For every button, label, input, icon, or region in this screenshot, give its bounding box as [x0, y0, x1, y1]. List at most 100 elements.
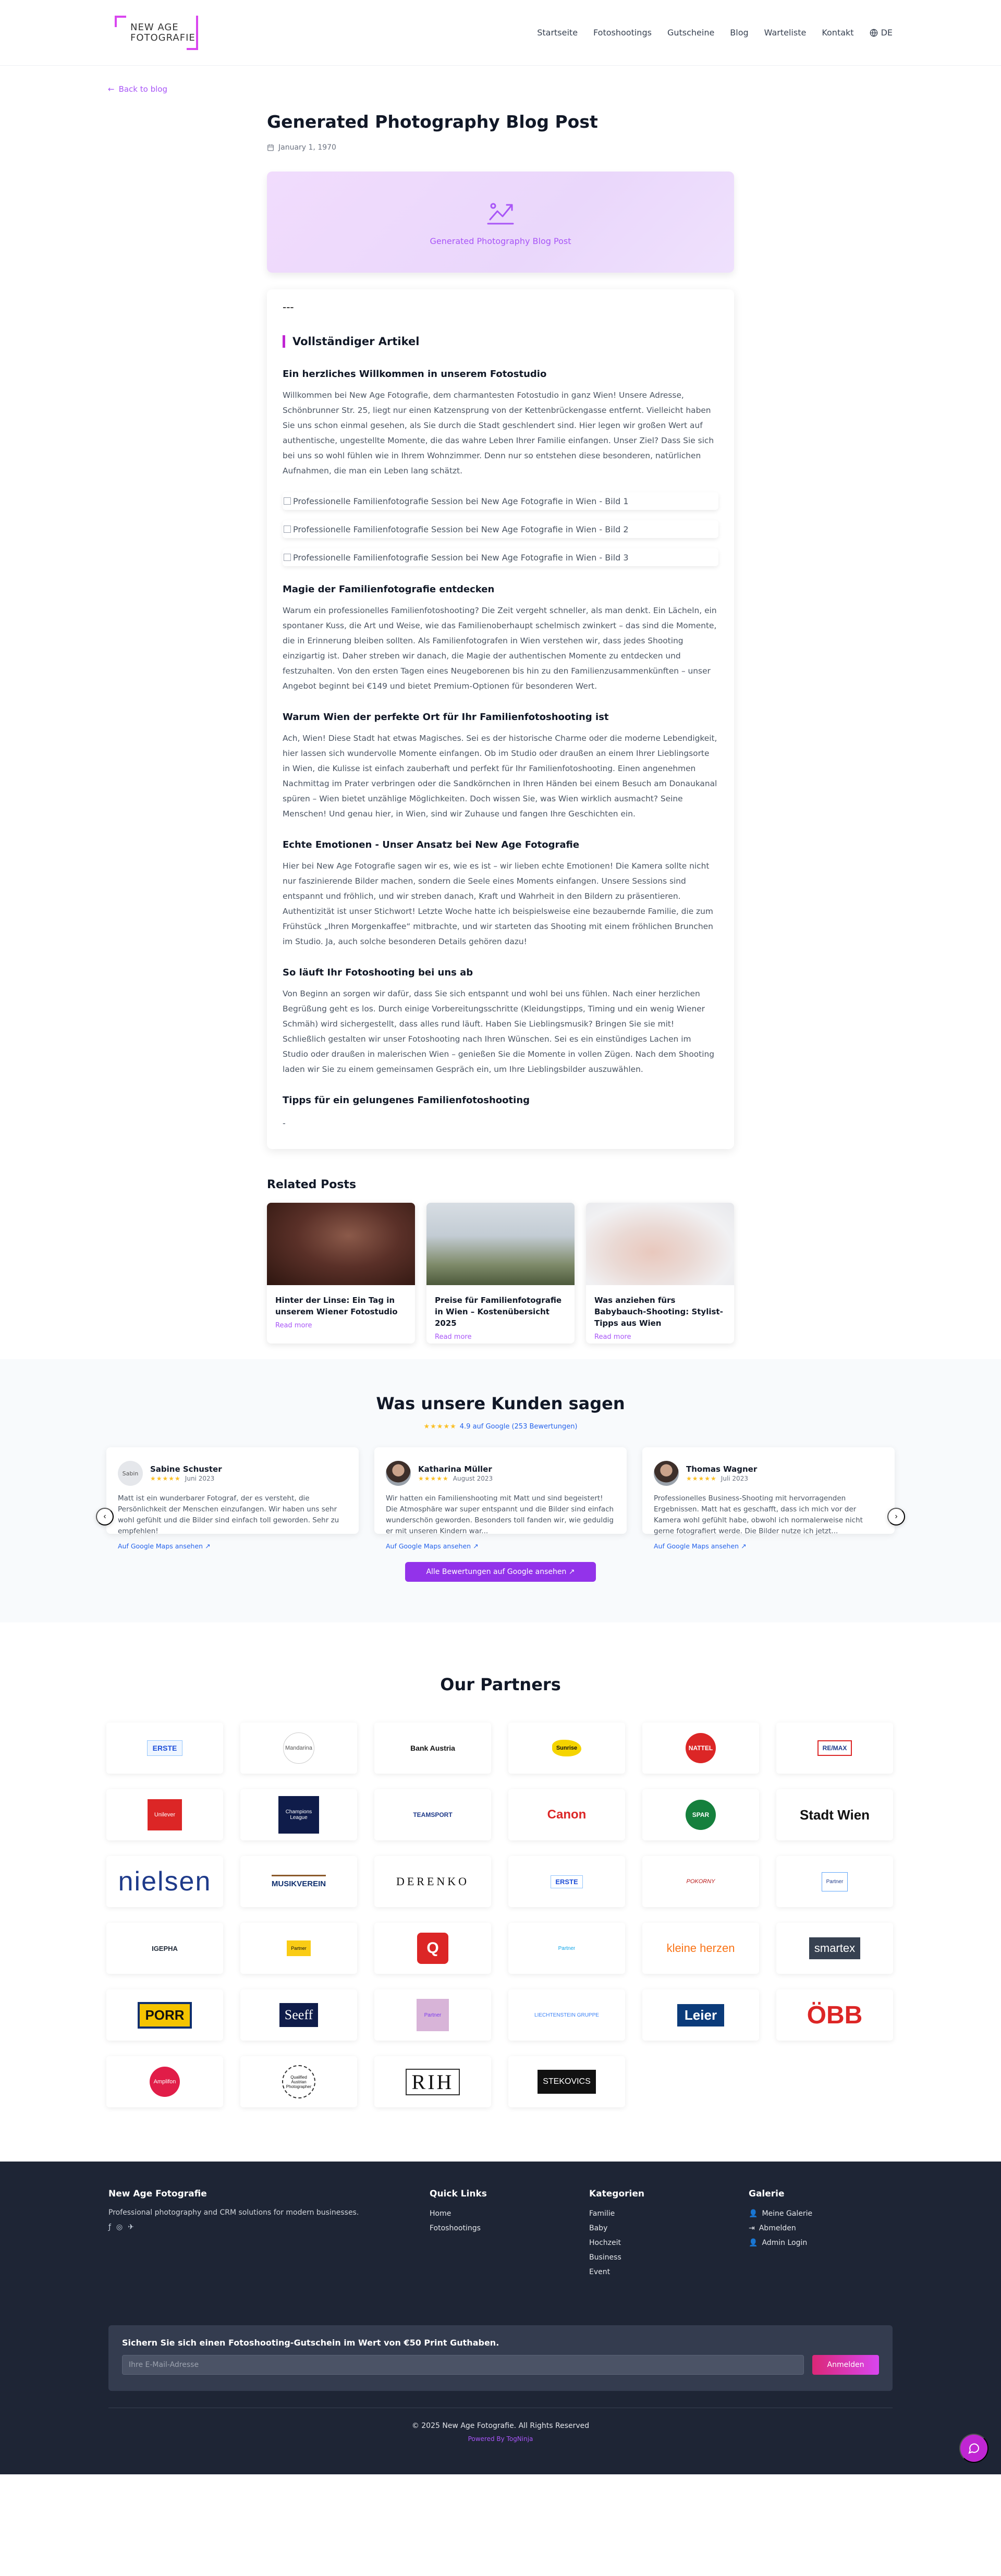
- twitter-icon[interactable]: ✈: [128, 2223, 134, 2231]
- article-paragraph: Ach, Wien! Diese Stadt hat etwas Magisch…: [283, 734, 717, 819]
- read-more-link[interactable]: Read more: [275, 1322, 407, 1329]
- social-links: ƒ ◎ ✈: [108, 2223, 430, 2231]
- partner-logo-tile: Canon: [508, 1789, 625, 1840]
- partner-logo-tile: Stadt Wien: [776, 1789, 893, 1840]
- partner-logo-tile: TEAMSPORT: [374, 1789, 491, 1840]
- back-link-label: Back to blog: [118, 84, 167, 94]
- category-link[interactable]: Business: [589, 2253, 749, 2262]
- partner-logo-tile: Mandarina: [240, 1723, 357, 1774]
- category-link[interactable]: Baby: [589, 2224, 749, 2232]
- quick-links-title: Quick Links: [430, 2189, 487, 2199]
- nav-item-kontakt[interactable]: Kontakt: [822, 28, 853, 38]
- category-link[interactable]: Hochzeit: [589, 2239, 749, 2247]
- rating-text: 4.9 auf Google (253 Bewertungen): [459, 1423, 578, 1431]
- nav-item-gutscheine[interactable]: Gutscheine: [667, 28, 714, 38]
- partner-logo-tile: Partner: [240, 1923, 357, 1974]
- all-reviews-button[interactable]: Alle Bewertungen auf Google ansehen ↗: [405, 1562, 596, 1582]
- logout-link[interactable]: ⇥ Abmelden: [749, 2224, 897, 2232]
- partner-logo-tile: nielsen: [106, 1856, 223, 1907]
- reviewer-name: Sabine Schuster: [150, 1464, 222, 1474]
- back-to-blog-link[interactable]: ← Back to blog: [108, 84, 167, 94]
- nav-item-startseite[interactable]: Startseite: [537, 28, 578, 38]
- nav-item-blog[interactable]: Blog: [730, 28, 748, 38]
- partner-logo-tile: smartex: [776, 1923, 893, 1974]
- review-date: Juni 2023: [185, 1475, 215, 1482]
- partner-logo: Stadt Wien: [799, 1808, 870, 1822]
- partner-logo-tile: LIECHTENSTEIN GRUPPE: [508, 1989, 625, 2041]
- google-maps-link-label: Auf Google Maps ansehen: [386, 1542, 471, 1550]
- google-maps-link[interactable]: Auf Google Maps ansehen ↗: [118, 1542, 347, 1550]
- chevron-right-icon: ›: [895, 1512, 898, 1521]
- partner-logo: IGEPHA: [152, 1944, 178, 1952]
- article-paragraph: Warum ein professionelles Familienfotosh…: [283, 606, 717, 691]
- partner-logo: Champions League: [278, 1796, 319, 1834]
- partners-title: Our Partners: [440, 1675, 561, 1694]
- review-date: August 2023: [453, 1475, 493, 1482]
- review-text: Matt ist ein wunderbarer Fotograf, der e…: [118, 1494, 339, 1535]
- related-post-card[interactable]: Was anziehen fürs Babybauch-Shooting: St…: [586, 1203, 734, 1344]
- section-title: Vollständiger Artikel: [283, 335, 718, 348]
- newsletter-title: Sichern Sie sich einen Fotoshooting-Guts…: [122, 2338, 499, 2348]
- main-nav: Startseite Fotoshootings Gutscheine Blog…: [537, 28, 893, 38]
- logo-corner: [196, 15, 198, 39]
- partner-logo-tile: IGEPHA: [106, 1923, 223, 1974]
- related-post-card[interactable]: Preise für Familienfotografie in Wien – …: [426, 1203, 575, 1344]
- article-body: --- Vollständiger Artikel Ein herzliches…: [267, 289, 734, 1149]
- instagram-icon[interactable]: ◎: [116, 2223, 123, 2231]
- partner-logo-tile: Seeff: [240, 1989, 357, 2041]
- partner-logo: Amplifon: [150, 2067, 180, 2097]
- image-alt-text: Professionelle Familienfotografie Sessio…: [293, 524, 629, 534]
- partner-logo: kleine herzen: [666, 1943, 735, 1954]
- read-more-link[interactable]: Read more: [594, 1333, 726, 1341]
- copyright: © 2025 New Age Fotografie. All Rights Re…: [411, 2422, 590, 2430]
- partner-logo: Unilever: [148, 1799, 182, 1830]
- footer-link-fotoshootings[interactable]: Fotoshootings: [430, 2224, 589, 2232]
- reviewer-name: Katharina Müller: [418, 1464, 492, 1474]
- related-post-title: Preise für Familienfotografie in Wien – …: [435, 1296, 562, 1328]
- google-maps-link[interactable]: Auf Google Maps ansehen ↗: [386, 1542, 615, 1550]
- partner-logo-tile: Bank Austria: [374, 1723, 491, 1774]
- chat-icon: [968, 2443, 980, 2454]
- carousel-next-button[interactable]: ›: [887, 1508, 905, 1525]
- article-separator: ---: [283, 301, 294, 313]
- logout-label: Abmelden: [759, 2224, 796, 2232]
- nav-item-warteliste[interactable]: Warteliste: [764, 28, 807, 38]
- partner-logo: SPAR: [686, 1800, 716, 1830]
- review-text: Wir hatten ein Familienshooting mit Matt…: [386, 1494, 614, 1535]
- review-card: Katharina Müller ★★★★★ August 2023 Wir ha…: [374, 1447, 627, 1550]
- review-card: Sabin Sabine Schuster ★★★★★ Juni 2023 Mat…: [106, 1447, 359, 1550]
- read-more-link[interactable]: Read more: [435, 1333, 566, 1341]
- newsletter-subscribe-button[interactable]: Anmelden: [812, 2355, 879, 2375]
- language-switcher[interactable]: DE: [870, 28, 893, 38]
- broken-image-icon: [284, 554, 291, 561]
- footer-link-home[interactable]: Home: [430, 2209, 589, 2218]
- partner-logo-tile: RE/MAX: [776, 1723, 893, 1774]
- external-link-icon: ↗: [205, 1542, 211, 1550]
- chat-button[interactable]: [959, 2434, 988, 2463]
- category-link[interactable]: Familie: [589, 2209, 749, 2218]
- powered-by-link[interactable]: Powered By TogNinja: [108, 2435, 893, 2443]
- review-stars: ★★★★★: [418, 1475, 449, 1482]
- reviews-carousel: ‹ Sabin Sabine Schuster ★★★★★ Juni 2023 M…: [96, 1447, 905, 1550]
- google-maps-link[interactable]: Auf Google Maps ansehen ↗: [654, 1542, 883, 1550]
- related-posts-title: Related Posts: [267, 1178, 357, 1191]
- all-reviews-label: Alle Bewertungen auf Google ansehen: [426, 1568, 567, 1576]
- logo-corner: [115, 15, 126, 27]
- related-post-card[interactable]: Hinter der Linse: Ein Tag in unserem Wie…: [267, 1203, 415, 1344]
- brand-logo[interactable]: NEW AGE FOTOGRAFIE: [115, 15, 198, 50]
- category-link[interactable]: Event: [589, 2268, 749, 2276]
- admin-login-link[interactable]: 👤 Admin Login: [749, 2239, 897, 2247]
- partner-logo-tile: Partner: [508, 1923, 625, 1974]
- external-link-icon: ↗: [741, 1542, 747, 1550]
- related-post-title: Hinter der Linse: Ein Tag in unserem Wie…: [275, 1296, 398, 1316]
- my-gallery-link[interactable]: 👤 Meine Galerie: [749, 2209, 897, 2218]
- newsletter-email-input[interactable]: [122, 2355, 804, 2375]
- nav-item-fotoshootings[interactable]: Fotoshootings: [593, 28, 652, 38]
- user-icon: 👤: [749, 2239, 758, 2247]
- carousel-prev-button[interactable]: ‹: [96, 1508, 114, 1525]
- partner-logo: MUSIKVEREIN: [271, 1875, 326, 1888]
- partner-logo-tile: Q: [374, 1923, 491, 1974]
- partner-logo: Sunrise: [552, 1740, 582, 1756]
- partner-logo: Qualified Austrian Photographer: [282, 2065, 315, 2098]
- facebook-icon[interactable]: ƒ: [108, 2223, 111, 2231]
